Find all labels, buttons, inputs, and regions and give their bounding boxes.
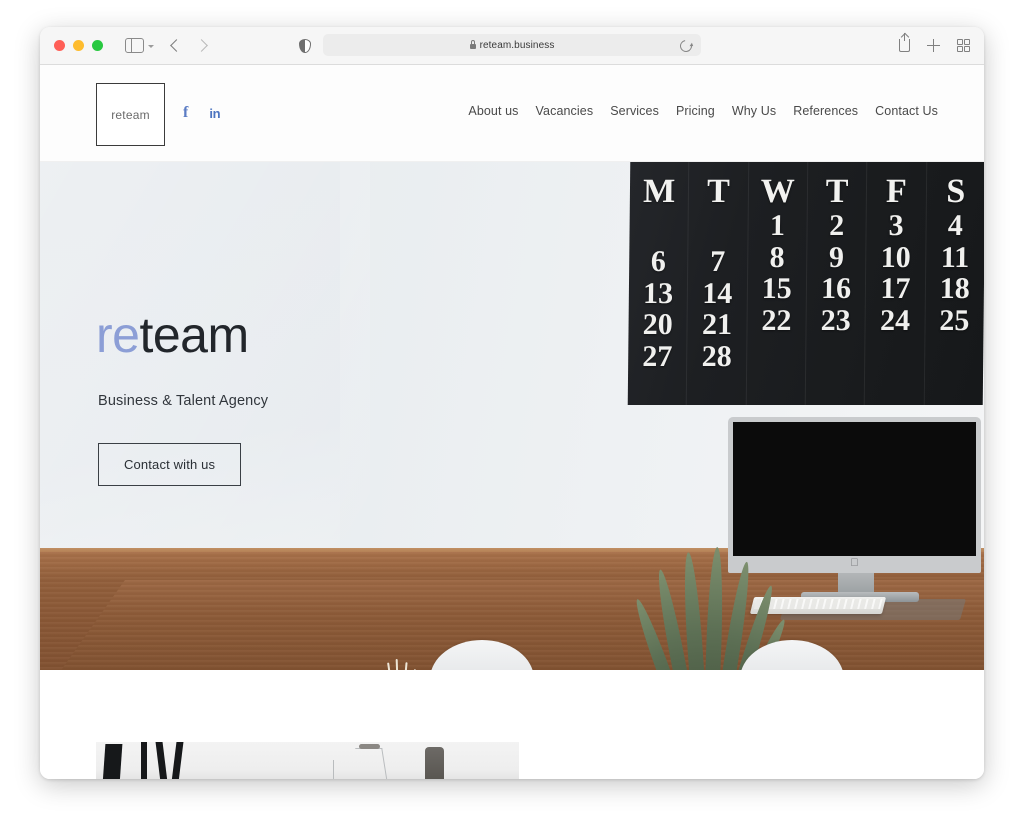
page-viewport: reteam f in About us Vacancies Services … xyxy=(40,65,984,779)
plus-icon[interactable] xyxy=(927,39,940,52)
calendar-day-number: 10 xyxy=(880,240,911,274)
site-logo-text: reteam xyxy=(111,107,150,122)
si-dark-shape xyxy=(102,744,123,779)
hero-section: M 6 13 20 27 T 7 14 21 28 W 1 8 15 22 T 2 9 16 23 F 3 10 17 24 S 4… xyxy=(40,162,984,670)
calendar-column: M 6 13 20 27 xyxy=(627,162,690,405)
nav-item-pricing[interactable]: Pricing xyxy=(676,104,715,118)
url-text: reteam.business xyxy=(479,39,555,51)
calendar-day-number: 11 xyxy=(940,240,970,274)
hero-content: reteam Business & Talent Agency Contact … xyxy=(96,310,268,486)
hero-title-plain: team xyxy=(139,307,249,363)
calendar-day-number: 17 xyxy=(880,272,911,306)
second-section-image xyxy=(96,742,519,779)
calendar-day-number: 3 xyxy=(888,209,904,243)
calendar-weekday-header: T xyxy=(706,173,730,210)
si-chair-seat xyxy=(359,744,380,749)
sidebar-toggle-button[interactable] xyxy=(125,38,154,53)
si-dark-shape xyxy=(141,742,147,779)
imac-monitor:  xyxy=(728,417,981,573)
privacy-shield-icon[interactable] xyxy=(299,39,311,53)
calendar-day-number: 25 xyxy=(939,303,970,337)
hero-subtitle: Business & Talent Agency xyxy=(98,393,269,409)
calendar-day-number: 22 xyxy=(761,303,792,337)
calendar-day-number: 15 xyxy=(761,272,792,306)
tab-overview-icon[interactable] xyxy=(957,39,970,52)
calendar-day-number: 27 xyxy=(642,339,673,373)
calendar-day-number: 2 xyxy=(829,209,845,243)
nav-item-contact-us[interactable]: Contact Us xyxy=(875,104,938,118)
calendar-weekday-header: M xyxy=(642,173,676,210)
address-bar-content: reteam.business xyxy=(469,39,555,51)
calendar-weekday-header: S xyxy=(946,173,966,210)
nav-item-about-us[interactable]: About us xyxy=(468,104,518,118)
calendar-weekday-header: F xyxy=(885,173,908,210)
nav-item-references[interactable]: References xyxy=(793,104,858,118)
calendar-day-number: 7 xyxy=(710,245,726,279)
hero-title: reteam xyxy=(96,310,268,360)
si-chair-outline xyxy=(355,748,388,779)
nav-item-services[interactable]: Services xyxy=(610,104,659,118)
calendar-column: T 2 9 16 23 xyxy=(805,162,868,405)
calendar-day-number: 20 xyxy=(642,308,673,342)
site-header: reteam f in About us Vacancies Services … xyxy=(40,65,984,162)
calendar-weekday-header: W xyxy=(760,173,795,210)
si-dark-shape xyxy=(155,742,168,779)
si-dark-shape xyxy=(171,742,184,779)
calendar-day-number: 18 xyxy=(939,272,970,306)
reload-icon[interactable] xyxy=(677,37,695,55)
calendar-day-number: 8 xyxy=(769,240,785,274)
calendar-column: T 7 14 21 28 xyxy=(687,162,749,405)
share-icon[interactable] xyxy=(899,33,910,52)
main-navigation: About us Vacancies Services Pricing Why … xyxy=(468,104,938,118)
lock-icon xyxy=(469,40,476,49)
contact-with-us-button[interactable]: Contact with us xyxy=(98,443,242,486)
linkedin-icon[interactable]: in xyxy=(209,107,220,120)
site-logo[interactable]: reteam xyxy=(96,83,165,146)
calendar-day-number: 23 xyxy=(820,303,851,337)
hero-title-accent: re xyxy=(96,307,140,363)
calendar-column: S 4 11 18 25 xyxy=(924,162,984,405)
zoom-window-button[interactable] xyxy=(92,40,103,51)
chevron-down-icon[interactable] xyxy=(148,44,154,48)
calendar-day-number: 9 xyxy=(828,240,845,274)
calendar-day-number: 14 xyxy=(702,276,733,310)
address-bar[interactable]: reteam.business xyxy=(323,34,701,56)
second-section xyxy=(40,742,984,779)
toolbar-right-actions xyxy=(899,27,970,64)
calendar-weekday-header: T xyxy=(825,173,849,210)
calendar-day-number: 1 xyxy=(769,209,786,243)
navigation-arrows xyxy=(170,39,208,52)
calendar-column: F 3 10 17 24 xyxy=(865,162,927,405)
calendar-day-number: 13 xyxy=(642,276,674,310)
browser-toolbar: reteam.business xyxy=(40,27,984,65)
calendar-day-number: 28 xyxy=(701,339,732,373)
nav-item-vacancies[interactable]: Vacancies xyxy=(536,104,594,118)
calendar-columns: M 6 13 20 27 T 7 14 21 28 W 1 8 15 22 T 2 9 16 23 F 3 10 17 24 S 4… xyxy=(627,162,984,405)
calendar-day-number: 6 xyxy=(650,245,667,279)
forward-arrow-icon[interactable] xyxy=(195,39,208,52)
screenshot-root: reteam.business reteam f in About us Vac… xyxy=(0,0,1024,829)
apple-logo-icon:  xyxy=(850,558,858,569)
keyboard-keys xyxy=(754,599,883,609)
white-spacer xyxy=(40,670,984,742)
calendar-day-number: 24 xyxy=(879,303,911,337)
si-lamp xyxy=(425,747,444,779)
nav-item-why-us[interactable]: Why Us xyxy=(732,104,776,118)
window-controls xyxy=(54,40,103,51)
minimize-window-button[interactable] xyxy=(73,40,84,51)
calendar-day-number: 4 xyxy=(947,209,964,243)
close-window-button[interactable] xyxy=(54,40,65,51)
back-arrow-icon[interactable] xyxy=(170,39,183,52)
calendar-day-number: 16 xyxy=(820,272,852,306)
sidebar-toggle-icon xyxy=(125,38,144,53)
social-links: f in xyxy=(183,105,221,121)
wall-calendar: M 6 13 20 27 T 7 14 21 28 W 1 8 15 22 T 2 9 16 23 F 3 10 17 24 S 4… xyxy=(627,162,984,405)
calendar-column: W 1 8 15 22 xyxy=(746,162,809,405)
calendar-day-number: 21 xyxy=(701,308,733,342)
facebook-icon[interactable]: f xyxy=(183,105,188,121)
browser-window: reteam.business reteam f in About us Vac… xyxy=(40,27,984,779)
